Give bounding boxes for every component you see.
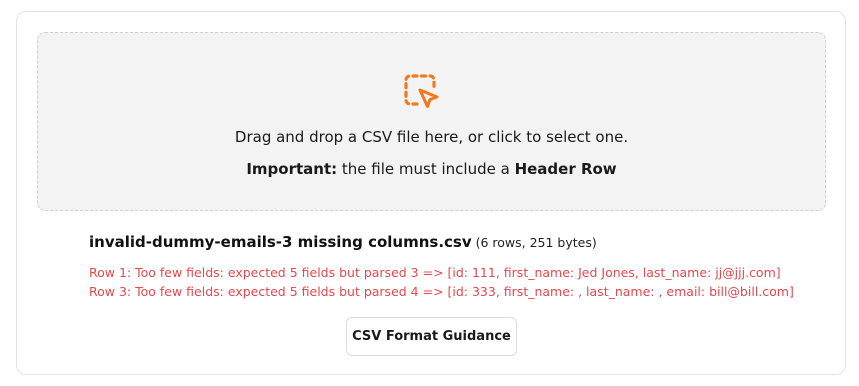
file-meta: (6 rows, 251 bytes) [471, 235, 597, 250]
csv-dropzone[interactable]: Drag and drop a CSV file here, or click … [37, 32, 826, 211]
important-text: the file must include a [337, 160, 515, 178]
important-label: Important: [246, 160, 338, 178]
parse-error-list: Row 1: Too few fields: expected 5 fields… [89, 263, 794, 301]
csv-upload-card: Drag and drop a CSV file here, or click … [16, 11, 846, 375]
file-name: invalid-dummy-emails-3 missing columns.c… [89, 233, 472, 251]
drop-instruction: Drag and drop a CSV file here, or click … [234, 128, 629, 146]
parse-error-row: Row 1: Too few fields: expected 5 fields… [89, 265, 781, 280]
file-info: invalid-dummy-emails-3 missing columns.c… [89, 233, 597, 251]
parse-error-row: Row 3: Too few fields: expected 5 fields… [89, 284, 794, 299]
dashed-square-cursor-icon [401, 71, 441, 111]
header-row-notice: Important: the file must include a Heade… [38, 160, 825, 178]
csv-format-guidance-button[interactable]: CSV Format Guidance [346, 317, 517, 356]
header-row-emphasis: Header Row [514, 160, 617, 178]
